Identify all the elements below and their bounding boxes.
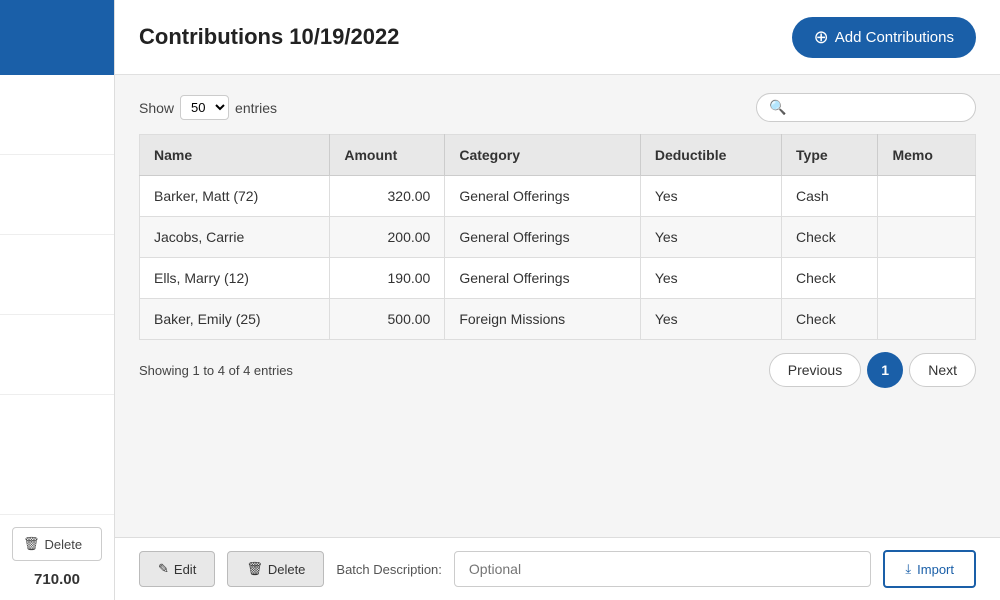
previous-button[interactable]: Previous	[769, 353, 861, 387]
cell-category: General Offerings	[445, 258, 641, 299]
add-contributions-label: Add Contributions	[835, 29, 954, 46]
table-row[interactable]: Ells, Marry (12) 190.00 General Offering…	[140, 258, 976, 299]
cell-name: Barker, Matt (72)	[140, 176, 330, 217]
contributions-table: Name Amount Category Deductible Type Mem…	[139, 134, 976, 340]
batch-description-label: Batch Description:	[336, 562, 442, 577]
sidebar-bottom: 🗑 Delete 710.00	[0, 514, 114, 600]
cell-amount: 320.00	[330, 176, 445, 217]
delete-button[interactable]: 🗑 Delete	[227, 551, 324, 587]
sidebar-delete-button[interactable]: 🗑 Delete	[12, 527, 102, 561]
trash-icon: 🗑	[23, 536, 40, 552]
cell-name: Baker, Emily (25)	[140, 299, 330, 340]
col-deductible: Deductible	[640, 135, 781, 176]
total-amount: 710.00	[12, 571, 102, 588]
import-button[interactable]: ⤓ Import	[883, 550, 976, 588]
cell-type: Check	[782, 258, 878, 299]
cell-category: General Offerings	[445, 176, 641, 217]
table-section: Show 50 25 10 entries 🔍 Name Amount Cate…	[115, 75, 1000, 537]
table-row[interactable]: Baker, Emily (25) 500.00 Foreign Mission…	[140, 299, 976, 340]
show-entries-control: Show 50 25 10 entries	[139, 95, 277, 120]
cell-amount: 190.00	[330, 258, 445, 299]
sidebar-item-4[interactable]	[0, 315, 114, 395]
search-input[interactable]	[786, 100, 963, 115]
sidebar-item-1[interactable]	[0, 75, 114, 155]
import-label: Import	[917, 562, 954, 577]
cell-category: General Offerings	[445, 217, 641, 258]
table-header: Name Amount Category Deductible Type Mem…	[140, 135, 976, 176]
cell-memo	[878, 217, 976, 258]
entries-select[interactable]: 50 25 10	[180, 95, 229, 120]
sidebar-item-2[interactable]	[0, 155, 114, 235]
pagination-controls: Previous 1 Next	[769, 352, 976, 388]
main-content: Contributions 10/19/2022 ⊕ Add Contribut…	[115, 0, 1000, 600]
search-icon: 🔍	[769, 99, 786, 116]
col-amount: Amount	[330, 135, 445, 176]
col-memo: Memo	[878, 135, 976, 176]
cell-amount: 200.00	[330, 217, 445, 258]
sidebar-item-3[interactable]	[0, 235, 114, 315]
next-button[interactable]: Next	[909, 353, 976, 387]
pagination-section: Showing 1 to 4 of 4 entries Previous 1 N…	[139, 340, 976, 396]
cell-memo	[878, 299, 976, 340]
edit-icon: ✎	[158, 561, 169, 577]
cell-type: Cash	[782, 176, 878, 217]
col-type: Type	[782, 135, 878, 176]
delete-button-label: Delete	[45, 537, 83, 552]
edit-label: Edit	[174, 562, 196, 577]
cell-name: Ells, Marry (12)	[140, 258, 330, 299]
table-header-row: Name Amount Category Deductible Type Mem…	[140, 135, 976, 176]
table-row[interactable]: Jacobs, Carrie 200.00 General Offerings …	[140, 217, 976, 258]
col-name: Name	[140, 135, 330, 176]
col-category: Category	[445, 135, 641, 176]
showing-text: Showing 1 to 4 of 4 entries	[139, 363, 293, 378]
table-body: Barker, Matt (72) 320.00 General Offerin…	[140, 176, 976, 340]
cell-memo	[878, 258, 976, 299]
batch-description-input[interactable]	[454, 551, 872, 587]
cell-name: Jacobs, Carrie	[140, 217, 330, 258]
add-contributions-button[interactable]: ⊕ Add Contributions	[792, 17, 976, 58]
cell-deductible: Yes	[640, 258, 781, 299]
table-row[interactable]: Barker, Matt (72) 320.00 General Offerin…	[140, 176, 976, 217]
plus-icon: ⊕	[814, 27, 829, 48]
edit-button[interactable]: ✎ Edit	[139, 551, 215, 587]
cell-deductible: Yes	[640, 176, 781, 217]
cell-deductible: Yes	[640, 299, 781, 340]
delete-icon: 🗑	[246, 561, 263, 577]
sidebar: 🗑 Delete 710.00	[0, 0, 115, 600]
cell-category: Foreign Missions	[445, 299, 641, 340]
cell-type: Check	[782, 217, 878, 258]
cell-memo	[878, 176, 976, 217]
cell-type: Check	[782, 299, 878, 340]
import-icon: ⤓	[905, 561, 911, 577]
sidebar-nav	[0, 75, 114, 514]
cell-deductible: Yes	[640, 217, 781, 258]
delete-label: Delete	[268, 562, 306, 577]
search-box: 🔍	[756, 93, 976, 122]
cell-amount: 500.00	[330, 299, 445, 340]
sidebar-logo-area	[0, 0, 114, 75]
header: Contributions 10/19/2022 ⊕ Add Contribut…	[115, 0, 1000, 75]
page-title: Contributions 10/19/2022	[139, 24, 399, 50]
table-controls: Show 50 25 10 entries 🔍	[139, 93, 976, 122]
entries-label: entries	[235, 100, 277, 116]
current-page-number[interactable]: 1	[867, 352, 903, 388]
footer-bar: ✎ Edit 🗑 Delete Batch Description: ⤓ Imp…	[115, 537, 1000, 600]
show-label: Show	[139, 100, 174, 116]
